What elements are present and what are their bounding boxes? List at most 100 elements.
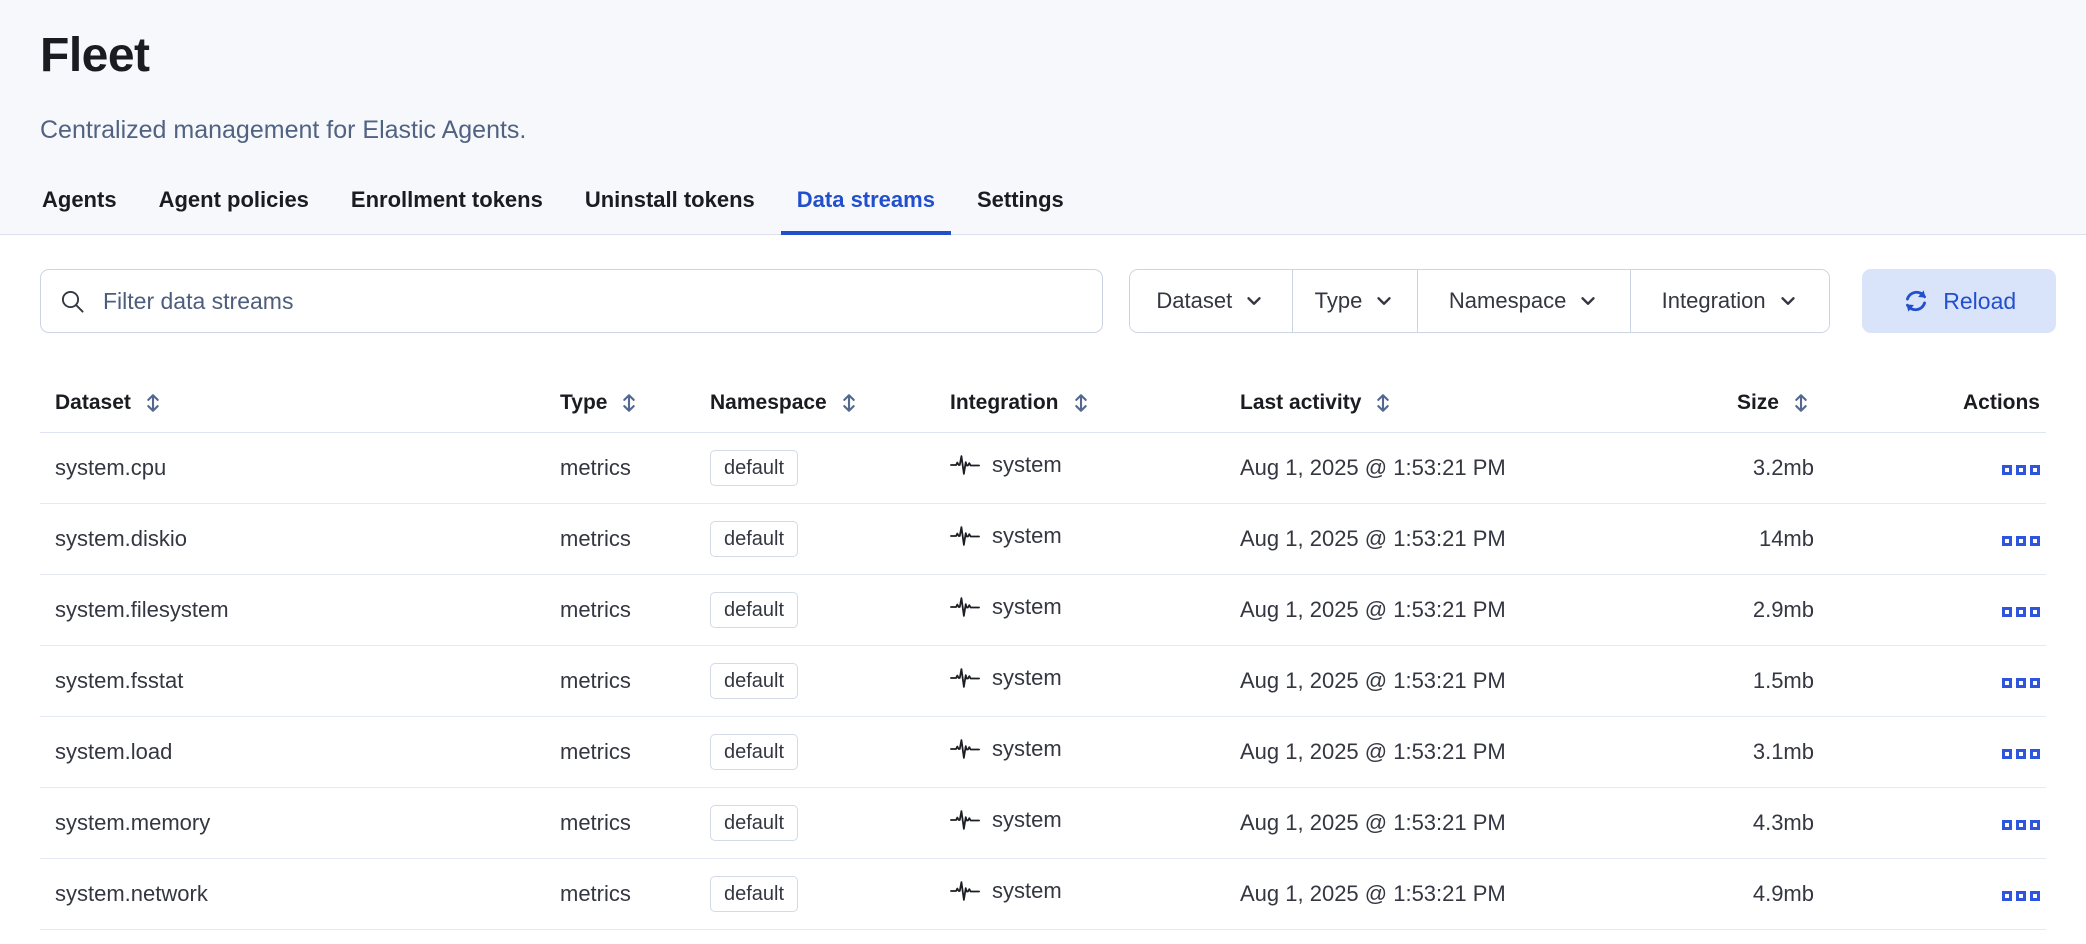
dataset-cell: system.filesystem: [40, 574, 545, 645]
row-actions-button[interactable]: [2002, 674, 2040, 692]
integration-cell: system: [950, 521, 1062, 551]
tab-data-streams[interactable]: Data streams: [781, 185, 951, 235]
row-actions-button[interactable]: [2002, 532, 2040, 550]
column-header-size[interactable]: Size: [1737, 390, 1814, 416]
filter-type-button[interactable]: Type: [1292, 270, 1418, 332]
tab-enrollment-tokens[interactable]: Enrollment tokens: [335, 185, 559, 235]
column-header-last-activity[interactable]: Last activity: [1240, 390, 1396, 416]
page-title: Fleet: [40, 28, 2046, 84]
row-actions-button[interactable]: [2002, 816, 2040, 834]
table-row: system.fsstat metrics default system Aug…: [40, 645, 2046, 716]
system-integration-icon: [950, 734, 980, 764]
system-integration-icon: [950, 663, 980, 693]
page-subtitle: Centralized management for Elastic Agent…: [40, 114, 2046, 147]
type-cell: metrics: [545, 503, 695, 574]
integration-name: system: [992, 452, 1062, 478]
integration-name: system: [992, 665, 1062, 691]
table-row: system.load metrics default system Aug 1…: [40, 716, 2046, 787]
chevron-down-icon: [1577, 290, 1599, 312]
system-integration-icon: [950, 592, 980, 622]
type-cell: metrics: [545, 574, 695, 645]
type-cell: metrics: [545, 787, 695, 858]
namespace-badge: default: [710, 450, 798, 486]
sort-icon: [1370, 390, 1396, 416]
dataset-cell: system.diskio: [40, 503, 545, 574]
row-actions-button[interactable]: [2002, 887, 2040, 905]
chevron-down-icon: [1373, 290, 1395, 312]
table-header-row: Dataset Type Namespace Integration Last …: [40, 375, 2046, 432]
namespace-badge: default: [710, 592, 798, 628]
column-header-namespace[interactable]: Namespace: [710, 390, 862, 416]
system-integration-icon: [950, 521, 980, 551]
size-cell: 3.2mb: [1630, 432, 1820, 503]
integration-name: system: [992, 594, 1062, 620]
tab-agent-policies[interactable]: Agent policies: [143, 185, 325, 235]
integration-name: system: [992, 523, 1062, 549]
filter-integration-label: Integration: [1662, 288, 1766, 314]
tab-uninstall-tokens[interactable]: Uninstall tokens: [569, 185, 771, 235]
sort-icon: [140, 390, 166, 416]
system-integration-icon: [950, 805, 980, 835]
sort-icon: [1068, 390, 1094, 416]
chevron-down-icon: [1777, 290, 1799, 312]
table-row: system.cpu metrics default system Aug 1,…: [40, 432, 2046, 503]
last-activity-cell: Aug 1, 2025 @ 1:53:21 PM: [1225, 787, 1630, 858]
tab-settings[interactable]: Settings: [961, 185, 1080, 235]
filter-namespace-label: Namespace: [1449, 288, 1566, 314]
size-cell: 3.1mb: [1630, 716, 1820, 787]
filter-group: Dataset Type Namespace Integration: [1129, 269, 1830, 333]
last-activity-cell: Aug 1, 2025 @ 1:53:21 PM: [1225, 645, 1630, 716]
dataset-cell: system.memory: [40, 787, 545, 858]
sort-icon: [836, 390, 862, 416]
row-actions-button[interactable]: [2002, 603, 2040, 621]
tab-bar: Agents Agent policies Enrollment tokens …: [26, 185, 2046, 235]
last-activity-cell: Aug 1, 2025 @ 1:53:21 PM: [1225, 432, 1630, 503]
last-activity-cell: Aug 1, 2025 @ 1:53:21 PM: [1225, 716, 1630, 787]
filter-dataset-button[interactable]: Dataset: [1130, 270, 1292, 332]
namespace-badge: default: [710, 805, 798, 841]
tab-agents[interactable]: Agents: [26, 185, 133, 235]
search-box: [40, 269, 1103, 333]
table-row: system.diskio metrics default system Aug…: [40, 503, 2046, 574]
table-row: system.memory metrics default system Aug…: [40, 787, 2046, 858]
dataset-cell: system.fsstat: [40, 645, 545, 716]
namespace-badge: default: [710, 663, 798, 699]
type-cell: metrics: [545, 858, 695, 929]
integration-cell: system: [950, 592, 1062, 622]
chevron-down-icon: [1243, 290, 1265, 312]
column-header-type[interactable]: Type: [560, 390, 642, 416]
table-row: system.network metrics default system Au…: [40, 858, 2046, 929]
size-cell: 4.3mb: [1630, 787, 1820, 858]
datastreams-toolbar: Dataset Type Namespace Integration Reloa…: [40, 269, 2056, 333]
filter-type-label: Type: [1315, 288, 1363, 314]
refresh-icon: [1902, 287, 1930, 315]
reload-label: Reload: [1943, 288, 2016, 315]
column-header-dataset[interactable]: Dataset: [55, 390, 166, 416]
row-actions-button[interactable]: [2002, 461, 2040, 479]
column-header-integration[interactable]: Integration: [950, 390, 1094, 416]
integration-cell: system: [950, 450, 1062, 480]
dataset-cell: system.load: [40, 716, 545, 787]
reload-button[interactable]: Reload: [1862, 269, 2056, 333]
last-activity-cell: Aug 1, 2025 @ 1:53:21 PM: [1225, 574, 1630, 645]
last-activity-cell: Aug 1, 2025 @ 1:53:21 PM: [1225, 503, 1630, 574]
dataset-cell: system.network: [40, 858, 545, 929]
type-cell: metrics: [545, 645, 695, 716]
sort-icon: [1788, 390, 1814, 416]
namespace-badge: default: [710, 876, 798, 912]
system-integration-icon: [950, 876, 980, 906]
integration-name: system: [992, 807, 1062, 833]
sort-icon: [616, 390, 642, 416]
filter-integration-button[interactable]: Integration: [1630, 270, 1830, 332]
search-input[interactable]: [40, 269, 1103, 333]
type-cell: metrics: [545, 716, 695, 787]
size-cell: 2.9mb: [1630, 574, 1820, 645]
system-integration-icon: [950, 450, 980, 480]
datastreams-table: Dataset Type Namespace Integration Last …: [40, 375, 2046, 930]
namespace-badge: default: [710, 734, 798, 770]
size-cell: 14mb: [1630, 503, 1820, 574]
fleet-page-header: Fleet Centralized management for Elastic…: [0, 0, 2086, 235]
row-actions-button[interactable]: [2002, 745, 2040, 763]
filter-namespace-button[interactable]: Namespace: [1417, 270, 1630, 332]
table-row: system.filesystem metrics default system…: [40, 574, 2046, 645]
